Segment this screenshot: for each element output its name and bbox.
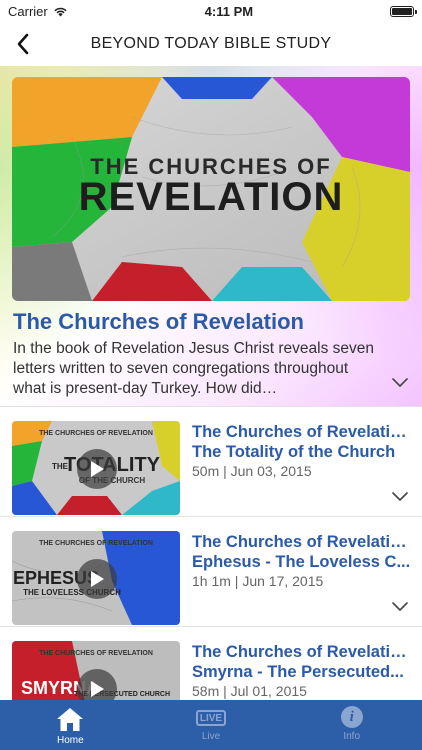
series-artwork: THE CHURCHES OF REVELATION xyxy=(12,77,410,301)
series-hero-image[interactable]: THE CHURCHES OF REVELATION xyxy=(12,77,410,301)
play-icon[interactable] xyxy=(77,559,117,599)
thumb-caption: THE CHURCHES OF REVELATION xyxy=(39,430,153,437)
episode-thumbnail[interactable]: THE CHURCHES OF REVELATION THE TOTALITY … xyxy=(12,421,180,515)
episode-meta: 50m | Jun 03, 2015 xyxy=(192,463,312,479)
artwork-line2: REVELATION xyxy=(79,175,344,219)
episode-title: The Churches of Revelation: The Totality… xyxy=(192,423,414,461)
thumb-caption: THE CHURCHES OF REVELATION xyxy=(39,650,153,657)
back-button[interactable] xyxy=(8,28,38,60)
episode-item[interactable]: THE CHURCHES OF REVELATION THE TOTALITY … xyxy=(0,406,422,516)
status-left: Carrier xyxy=(8,4,68,19)
series-title: The Churches of Revelation xyxy=(13,309,304,334)
wifi-icon xyxy=(54,7,67,17)
battery-icon xyxy=(390,5,417,17)
clock: 4:11 PM xyxy=(204,3,254,19)
info-icon: i xyxy=(340,706,363,728)
tab-live[interactable]: LIVE Live xyxy=(141,700,282,750)
tab-label: Live xyxy=(201,731,221,742)
home-icon xyxy=(57,708,84,731)
episode-item[interactable]: THE CHURCHES OF REVELATION EPHESUS THE L… xyxy=(0,516,422,626)
episode-meta: 1h 1m | Jun 17, 2015 xyxy=(192,573,324,589)
tab-bar: Home LIVE Live i Info xyxy=(0,700,422,750)
episode-list: THE CHURCHES OF REVELATION THE TOTALITY … xyxy=(0,406,422,736)
episode-meta: 58m | Jul 01, 2015 xyxy=(192,683,307,699)
page-title: BEYOND TODAY BIBLE STUDY xyxy=(90,35,332,52)
thumb-caption: THE CHURCHES OF REVELATION xyxy=(39,540,153,547)
tab-label: Home xyxy=(56,735,84,746)
status-bar: Carrier 4:11 PM xyxy=(0,0,422,22)
episode-title: The Churches of Revelation: Ephesus - Th… xyxy=(192,533,414,571)
chevron-down-icon[interactable] xyxy=(391,491,409,503)
carrier-label: Carrier xyxy=(8,3,48,19)
tab-info[interactable]: i Info xyxy=(281,700,422,750)
chevron-down-icon[interactable] xyxy=(391,377,409,389)
chevron-left-icon xyxy=(17,33,29,55)
live-icon: LIVE xyxy=(196,710,226,726)
series-description: In the book of Revelation Jesus Christ r… xyxy=(13,340,374,397)
play-icon[interactable] xyxy=(77,449,117,489)
episode-thumbnail[interactable]: THE CHURCHES OF REVELATION EPHESUS THE L… xyxy=(12,531,180,625)
chevron-down-icon[interactable] xyxy=(391,601,409,613)
tab-label: Info xyxy=(343,731,361,742)
episode-title: The Churches of Revelation: Smyrna - The… xyxy=(192,643,414,681)
tab-home[interactable]: Home xyxy=(0,700,141,750)
featured-series: THE CHURCHES OF REVELATION The Churches … xyxy=(0,66,422,406)
nav-bar: BEYOND TODAY BIBLE STUDY xyxy=(0,22,422,66)
